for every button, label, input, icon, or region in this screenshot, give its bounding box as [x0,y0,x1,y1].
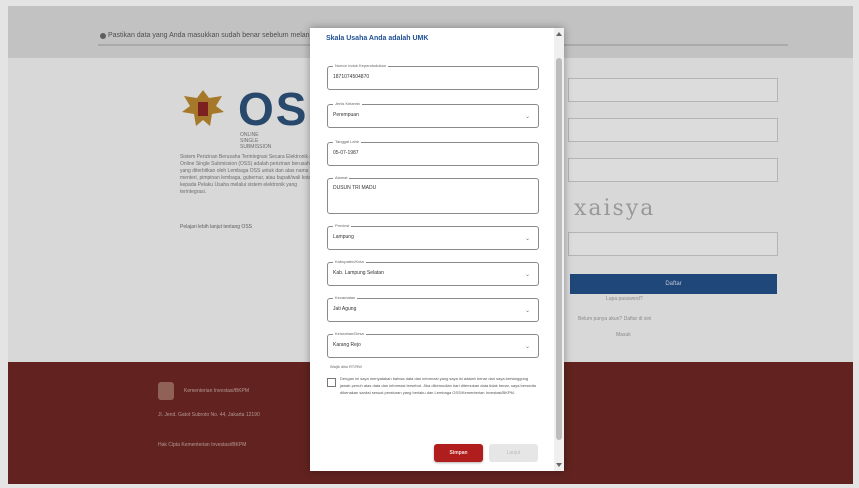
province-select[interactable]: Provinsi Lampung ⌄ [327,223,539,250]
chevron-down-icon: ⌄ [524,236,530,242]
nik-field[interactable]: Nomor Induk Kependudukan 1871074504870 [327,63,539,90]
birthdate-value: 05-07-1987 [333,150,359,156]
gender-label: Jenis Kelamin [333,101,362,106]
agreement-checkbox[interactable] [327,378,336,387]
field-hint: Wajib diisi RT/RW [330,364,362,369]
village-value: Karang Rejo [333,342,361,348]
scroll-up-icon[interactable] [556,32,562,36]
district-select[interactable]: Kecamatan Jati Agung ⌄ [327,295,539,322]
chevron-down-icon: ⌄ [524,114,530,120]
nik-value: 1871074504870 [333,74,370,80]
address-label: Alamat [333,175,350,180]
regency-label: Kabupaten/Kota [333,259,366,264]
gender-value: Perempuan [333,112,359,118]
chevron-down-icon: ⌄ [524,272,530,278]
modal-title: Skala Usaha Anda adalah UMK [326,35,429,42]
birthdate-field[interactable]: Tanggal Lahir 05-07-1987 [327,139,539,166]
address-value: DUSUN TRI MADU [333,185,377,191]
district-value: Jati Agung [333,306,357,312]
nik-label: Nomor Induk Kependudukan [333,63,388,68]
village-select[interactable]: Kelurahan/Desa Karang Rejo ⌄ [327,331,539,358]
agreement-text: Dengan ini saya menyatakan bahwa data da… [340,376,536,395]
chevron-down-icon: ⌄ [524,308,530,314]
save-button[interactable]: Simpan [434,444,483,462]
next-button[interactable]: Lanjut [489,444,538,462]
address-textarea[interactable]: Alamat DUSUN TRI MADU [327,175,539,214]
chevron-down-icon: ⌄ [524,344,530,350]
province-label: Provinsi [333,223,352,228]
modal-scrollbar[interactable] [554,28,564,471]
regency-value: Kab. Lampung Selatan [333,270,384,276]
province-value: Lampung [333,234,354,240]
gender-select[interactable]: Jenis Kelamin Perempuan ⌄ [327,101,539,128]
village-label: Kelurahan/Desa [333,331,366,336]
scroll-thumb[interactable] [556,58,562,440]
district-label: Kecamatan [333,295,358,300]
regency-select[interactable]: Kabupaten/Kota Kab. Lampung Selatan ⌄ [327,259,539,286]
scroll-down-icon[interactable] [556,463,562,467]
business-scale-modal: Skala Usaha Anda adalah UMK Nomor Induk … [310,28,564,471]
birthdate-label: Tanggal Lahir [333,139,362,144]
